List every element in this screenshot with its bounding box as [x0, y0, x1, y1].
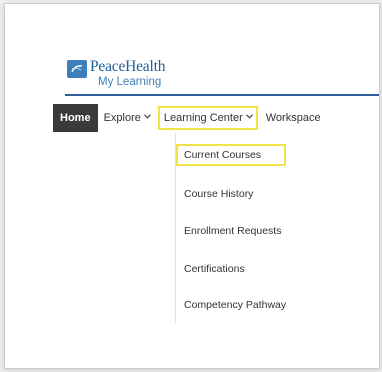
logo-brand-text: PeaceHealth: [90, 58, 166, 75]
app-window: PeaceHealth My Learning Home Explore Lea…: [4, 3, 380, 369]
dropdown-item-competency-pathway[interactable]: Competency Pathway: [184, 299, 286, 311]
dropdown-item-current-courses[interactable]: Current Courses: [184, 149, 261, 161]
peacehealth-logo-icon: [67, 60, 87, 78]
nav-workspace-label: Workspace: [265, 112, 321, 124]
nav-explore-label: Explore: [103, 112, 141, 124]
nav-explore[interactable]: Explore: [98, 104, 156, 132]
nav-home[interactable]: Home: [53, 104, 98, 132]
chevron-down-icon: [143, 114, 151, 120]
dropdown-item-enrollment-requests[interactable]: Enrollment Requests: [184, 225, 281, 237]
nav-learning-center[interactable]: Learning Center: [157, 106, 258, 130]
nav-home-label: Home: [60, 112, 91, 124]
dropdown-item-course-history[interactable]: Course History: [184, 188, 253, 200]
nav-workspace[interactable]: Workspace: [260, 104, 327, 132]
main-navigation: Home Explore Learning Center Workspace: [53, 104, 379, 132]
logo-subtitle-text: My Learning: [98, 76, 162, 88]
learning-center-dropdown: Current Courses Course History Enrollmen…: [175, 133, 356, 323]
header-divider: [65, 94, 379, 96]
chevron-down-icon: [245, 114, 253, 120]
peacehealth-logo[interactable]: PeaceHealth My Learning: [67, 58, 207, 94]
dropdown-item-certifications[interactable]: Certifications: [184, 263, 245, 275]
nav-learning-center-label: Learning Center: [163, 112, 243, 124]
